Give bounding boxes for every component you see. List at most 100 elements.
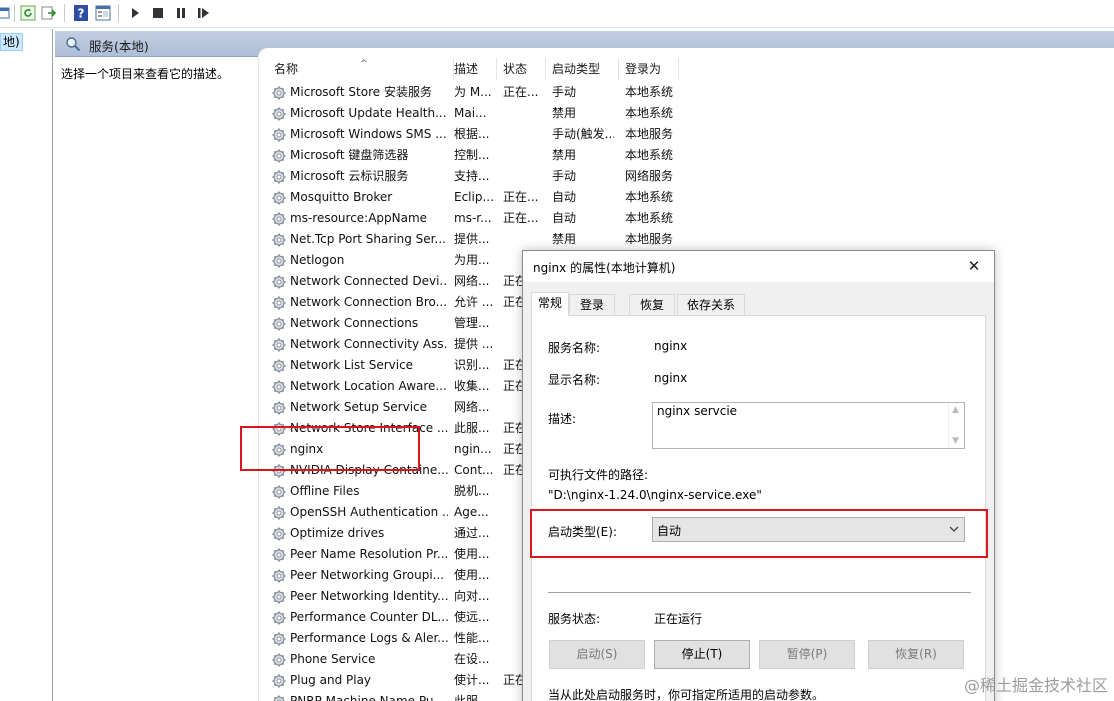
service-row[interactable]: Microsoft 云标识服务 支持... 手动 网络服务 (262, 166, 1114, 187)
description-scrollbar[interactable]: ▲ ▼ (948, 403, 964, 448)
service-row[interactable]: Microsoft Windows SMS ... 根据... 手动(触发... 本地… (262, 124, 1114, 145)
column-header-name[interactable]: 名称 ^ (268, 58, 454, 80)
service-startup-type-cell: 自动 (552, 211, 577, 225)
service-logon-cell: 本地系统 (625, 211, 674, 225)
gear-icon (271, 85, 287, 101)
column-header-startup-type[interactable]: 启动类型 (546, 58, 619, 80)
gear-icon (271, 169, 287, 185)
service-name-cell: Microsoft 键盘筛选器 (290, 148, 409, 162)
start-button[interactable]: 启动(S) (549, 640, 645, 669)
service-startup-type-cell: 自动 (552, 190, 577, 204)
tab-recovery[interactable]: 恢复 (629, 294, 675, 315)
column-header-status[interactable]: 状态 (497, 58, 546, 80)
dialog-titlebar: nginx 的属性(本地计算机) ✕ (523, 251, 994, 282)
tab-general-body: 服务名称: nginx 显示名称: nginx 描述: nginx servci… (531, 315, 986, 701)
toolbar-separator (14, 4, 15, 22)
service-description-cell: 网络... (454, 400, 490, 414)
tab-logon[interactable]: 登录 (569, 294, 615, 315)
watermark: @稀土掘金技术社区 (963, 676, 1108, 695)
service-row[interactable]: Mosquitto Broker Eclip... 正在... 自动 本地系统 (262, 187, 1114, 208)
gear-icon (271, 316, 287, 332)
service-name-value: nginx (654, 339, 688, 353)
scroll-down-icon[interactable]: ▼ (952, 436, 959, 446)
gear-icon (271, 232, 287, 248)
scroll-up-icon[interactable]: ▲ (952, 405, 959, 415)
service-startup-type-cell: 禁用 (552, 148, 577, 162)
service-row[interactable]: Microsoft Update Health... Mai... 禁用 本地系统 (262, 103, 1114, 124)
dialog-title: nginx 的属性(本地计算机) (533, 261, 676, 275)
gear-icon (271, 211, 287, 227)
highlight-box-nginx-row (240, 426, 420, 471)
toolbar: ? (0, 0, 1114, 28)
gear-icon (271, 358, 287, 374)
service-row[interactable]: ms-resource:AppName ms-r... 正在... 自动 本地系统 (262, 208, 1114, 229)
help-icon[interactable]: ? (72, 4, 90, 22)
service-status-cell: 正在... (503, 190, 539, 204)
gear-icon (271, 484, 287, 500)
service-name-cell: OpenSSH Authentication ... (290, 505, 448, 519)
description-label: 描述: (548, 412, 577, 426)
service-description-cell: ngin... (454, 442, 492, 456)
column-header-logon-as[interactable]: 登录为 (619, 58, 679, 80)
svg-text:?: ? (78, 7, 85, 21)
gear-icon (271, 631, 287, 647)
restart-icon[interactable] (195, 4, 213, 22)
service-description-cell: 此服... (454, 694, 490, 701)
service-name-cell: Netlogon (290, 253, 345, 267)
refresh-icon[interactable] (19, 4, 37, 22)
service-logon-cell: 本地系统 (625, 148, 674, 162)
description-textbox[interactable]: nginx servcie ▲ ▼ (652, 402, 965, 449)
properties-icon[interactable] (94, 4, 112, 22)
service-description-cell: 使远... (454, 610, 490, 624)
tab-dependencies[interactable]: 依存关系 (677, 294, 745, 315)
service-name-cell: ms-resource:AppName (290, 211, 428, 225)
play-icon[interactable] (126, 4, 144, 22)
column-header-description[interactable]: 描述 (448, 58, 497, 80)
service-name-cell: Network Connected Devi... (290, 274, 448, 288)
service-name-cell: Network Connection Bro... (290, 295, 448, 309)
service-description-cell: 使用... (454, 568, 490, 582)
service-description-cell: 提供... (454, 232, 490, 246)
tree-item-services-local[interactable]: 地) (0, 33, 23, 51)
console-tree: 地) (0, 29, 53, 701)
gear-icon (271, 610, 287, 626)
service-description-cell: 此服... (454, 421, 490, 435)
stop-icon[interactable] (149, 4, 167, 22)
display-name-value: nginx (654, 371, 688, 385)
service-description-cell: 网络... (454, 274, 490, 288)
service-description-cell: 控制... (454, 148, 490, 162)
gear-icon (271, 295, 287, 311)
gear-icon (271, 253, 287, 269)
service-name-cell: Network List Service (290, 358, 414, 372)
service-status-cell: 正在... (503, 211, 539, 225)
description-placeholder: 选择一个项目来查看它的描述。 (61, 67, 230, 81)
service-description-cell: 管理... (454, 316, 490, 330)
service-name-cell: Mosquitto Broker (290, 190, 393, 204)
pause-button[interactable]: 暂停(P) (759, 640, 855, 669)
export-icon[interactable] (40, 4, 58, 22)
sort-ascending-icon: ^ (360, 59, 368, 69)
display-name-label: 显示名称: (548, 373, 601, 387)
service-row[interactable]: Net.Tcp Port Sharing Ser... 提供... 禁用 本地服务 (262, 229, 1114, 250)
window-icon[interactable] (0, 4, 12, 22)
service-row[interactable]: Microsoft 键盘筛选器 控制... 禁用 本地系统 (262, 145, 1114, 166)
service-name-cell: Optimize drives (290, 526, 385, 540)
service-description-cell: 为用... (454, 253, 490, 267)
service-name-cell: Microsoft Windows SMS ... (290, 127, 447, 141)
stop-button[interactable]: 停止(T) (654, 640, 750, 669)
gear-icon (271, 505, 287, 521)
service-name-cell: Peer Networking Groupi... (290, 568, 445, 582)
pause-icon[interactable] (172, 4, 190, 22)
gear-icon (271, 274, 287, 290)
service-description-cell: 收集... (454, 379, 490, 393)
service-description-cell: 支持... (454, 169, 490, 183)
service-name-cell: Peer Name Resolution Pr... (290, 547, 448, 561)
close-icon[interactable]: ✕ (960, 254, 988, 278)
gear-icon (271, 337, 287, 353)
service-description-cell: 性能... (454, 631, 490, 645)
tab-general[interactable]: 常规 (531, 292, 569, 316)
resume-button[interactable]: 恢复(R) (868, 640, 964, 669)
service-name-cell: Phone Service (290, 652, 376, 666)
service-description-cell: Age... (454, 505, 489, 519)
service-row[interactable]: Microsoft Store 安装服务 为 M... 正在... 手动 本地系统 (262, 82, 1114, 103)
